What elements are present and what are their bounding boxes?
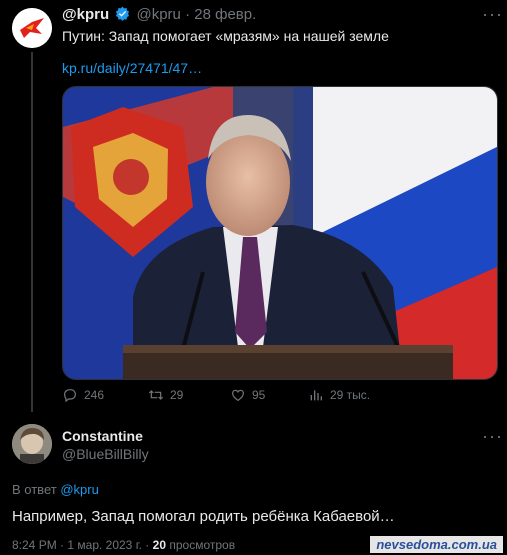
retweet-icon [148,390,164,400]
reply-author-name[interactable]: Constantine [62,428,143,444]
like-count: 95 [252,388,266,402]
tweet-image[interactable] [62,86,498,380]
reply-views-label: просмотров [169,538,236,552]
reply-to-mention[interactable]: @kpru [60,482,99,497]
author-handle[interactable]: @kpru [136,6,180,23]
separator-dot: · [145,538,150,552]
reply-time[interactable]: 8:24 PM [12,538,57,552]
constantine-avatar[interactable] [12,424,52,464]
reply-meta: 8:24 PM · 1 мар. 2023 г. · 20 просмотров [12,538,235,552]
like-button[interactable]: 95 [230,387,265,403]
like-icon [232,389,244,402]
reply-author-handle[interactable]: @BlueBillBilly [62,446,149,462]
reply-to-line: В ответ @kpru [12,482,99,497]
tweet-text: Путин: Запад помогает «мразям» на нашей … [62,28,389,44]
tweet-actions: 246 29 95 29 тыс. [62,387,496,407]
photo-speaker-at-podium [63,87,497,379]
more-icon[interactable]: ··· [482,426,503,447]
views-icon [310,390,322,401]
user-photo-icon [12,424,52,464]
separator-dot: · [185,6,191,23]
retweet-button[interactable]: 29 [148,387,183,403]
thread-line [31,52,33,412]
reply-button[interactable]: 246 [62,387,104,403]
tweet-link[interactable]: kp.ru/daily/27471/47… [62,60,202,76]
reply-to-prefix: В ответ [12,482,57,497]
reply-views-count: 20 [152,538,166,552]
tweet-date[interactable]: 28 февр. [194,6,256,23]
more-icon[interactable]: ··· [482,4,503,25]
watermark: nevsedoma.com.ua [370,536,503,553]
views-button[interactable]: 29 тыс. [308,387,370,403]
kp-logo-icon [12,8,52,48]
reply-icon [64,389,76,403]
views-count: 29 тыс. [330,388,371,402]
retweet-count: 29 [170,388,184,402]
tweet-header: @kpru @kpru · 28 февр. [62,6,256,24]
author-name[interactable]: @kpru [62,6,109,23]
reply-date[interactable]: 1 мар. 2023 г. [67,538,142,552]
reply-text: Например, Запад помогал родить ребёнка К… [12,508,395,525]
reply-count: 246 [84,388,105,402]
kpru-avatar[interactable] [12,8,52,48]
verified-badge-icon [116,6,130,21]
separator-dot: · [60,538,65,552]
